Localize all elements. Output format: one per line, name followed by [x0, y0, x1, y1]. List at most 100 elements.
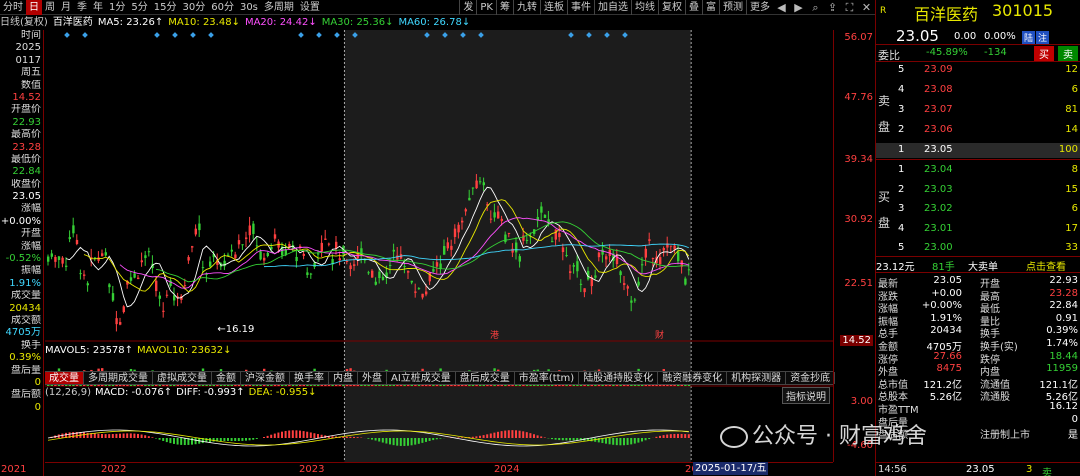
candle-body	[659, 257, 662, 265]
sell-button[interactable]: 卖	[1058, 46, 1078, 61]
macd-bar	[230, 438, 233, 441]
tool-button-7[interactable]: 均线	[631, 0, 658, 15]
macd-bar	[403, 438, 406, 446]
candle-body	[644, 248, 647, 258]
period-tab-9[interactable]: 30分	[179, 0, 208, 15]
indicator-tab[interactable]: 内盘	[329, 372, 358, 384]
indicator-tab[interactable]: AI立桩成交量	[387, 372, 456, 384]
sidebar-row: 23.28	[12, 141, 41, 153]
period-tab-6[interactable]: 1分	[106, 0, 128, 15]
tool-button-8[interactable]: 复权	[658, 0, 685, 15]
event-marker[interactable]: 财	[655, 329, 664, 341]
macd-bar	[612, 438, 615, 445]
macd-bar	[378, 438, 381, 442]
indicator-tab[interactable]: 资金抄底	[786, 372, 836, 384]
bid-price: 23.02	[924, 203, 953, 214]
candle-body	[601, 249, 604, 255]
period-tab-8[interactable]: 15分	[151, 0, 180, 15]
indicator-tab[interactable]: 外盘	[358, 372, 387, 384]
macd-bar	[165, 438, 168, 443]
period-tab-13[interactable]: 设置	[297, 0, 323, 15]
period-tab-12[interactable]: 多周期	[261, 0, 297, 15]
period-tab-3[interactable]: 月	[58, 0, 74, 15]
indicator-tab[interactable]: 市盈率(ttm)	[515, 372, 580, 384]
candle-body	[558, 232, 561, 238]
period-tab-7[interactable]: 5分	[128, 0, 150, 15]
deal-link[interactable]: 点击查看	[1026, 258, 1066, 273]
indicator-tab[interactable]: 虚拟成交量	[153, 372, 212, 384]
macd-bar	[507, 430, 510, 438]
macd-bar	[684, 434, 687, 438]
period-tab-2[interactable]: 周	[42, 0, 58, 15]
indicator-tab[interactable]: 陆股通持股变化	[579, 372, 659, 384]
tool-button-4[interactable]: 连板	[540, 0, 567, 15]
indicator-tab[interactable]: 机构探测器	[727, 372, 787, 384]
forward-icon[interactable]: ▶	[792, 1, 805, 14]
buy-button[interactable]: 买	[1034, 46, 1054, 61]
fullscreen-icon[interactable]: ⛶	[843, 1, 856, 14]
macd-bar	[176, 438, 179, 445]
tool-button-0[interactable]: 发	[459, 0, 476, 15]
tool-button-5[interactable]: 事件	[567, 0, 594, 15]
period-tab-10[interactable]: 60分	[208, 0, 237, 15]
period-tab-1[interactable]: 日	[26, 0, 42, 15]
candle-body	[162, 310, 165, 312]
search-icon[interactable]: ⌕	[809, 1, 822, 14]
back-icon[interactable]: ◀	[775, 1, 788, 14]
macd-bar	[162, 438, 165, 441]
macd-bar	[669, 434, 672, 438]
macd-bar	[317, 434, 319, 438]
indicator-tab[interactable]: 成交量	[45, 372, 84, 384]
sidebar-row: 22.93	[12, 116, 41, 128]
macd-bar	[277, 432, 280, 438]
tool-button-11[interactable]: 预测	[719, 0, 746, 15]
macd-bar	[504, 430, 507, 438]
candle-body	[669, 245, 673, 247]
ma-legend-item: MA20: 24.42↓	[244, 17, 317, 28]
bid-volume: 33	[1065, 242, 1078, 253]
tool-button-10[interactable]: 富	[702, 0, 719, 15]
candle-body	[475, 180, 478, 189]
tool-button-6[interactable]: 加自选	[594, 0, 631, 15]
candle-body	[223, 260, 226, 267]
candle-body	[511, 248, 514, 253]
share-icon[interactable]: ⇪	[826, 1, 839, 14]
tool-button-12[interactable]: 更多	[746, 0, 773, 15]
tool-button-1[interactable]: PK	[476, 0, 496, 15]
candle-body	[446, 242, 449, 249]
indicator-tab[interactable]: 多周期成交量	[84, 372, 153, 384]
macd-bar	[245, 438, 247, 441]
macd-bar	[623, 438, 625, 446]
event-marker[interactable]: 港	[490, 329, 499, 341]
macd-bar	[457, 437, 460, 438]
macd-bar	[558, 438, 561, 441]
macd-bar	[284, 430, 287, 438]
period-tab-5[interactable]: 年	[90, 0, 106, 15]
indicator-tab[interactable]: 金额	[212, 372, 241, 384]
macd-bar	[115, 433, 118, 438]
indicator-tab[interactable]: 盘后成交量	[456, 372, 515, 384]
stock-app: 分时日周月季年 1分 5分 15分 30分 60分 30s 多周期 设置 发 PK 筹九转 连板 事件 加自…	[0, 0, 1080, 476]
sidebar-row: 20434	[9, 302, 41, 314]
candle-body	[407, 271, 410, 273]
macd-bar	[367, 438, 370, 439]
tick-flag: 卖	[1042, 468, 1052, 476]
candle-body	[619, 271, 622, 276]
indicator-tab[interactable]: 换手率	[290, 372, 329, 384]
tool-button-9[interactable]: 叠	[685, 0, 702, 15]
period-tab-0[interactable]: 分时	[0, 0, 26, 15]
candle-body	[50, 253, 53, 257]
close-icon[interactable]: ✕	[860, 1, 873, 14]
candle-body	[403, 266, 406, 268]
period-tab-11[interactable]: 30s	[237, 0, 261, 15]
indicator-tab[interactable]: 融资融券变化	[658, 372, 728, 384]
period-tab-4[interactable]: 季	[74, 0, 90, 15]
candle-body	[637, 281, 640, 286]
indicator-tab[interactable]: 沪深金额	[241, 372, 290, 384]
indicator-help-button[interactable]: 指标说明	[782, 387, 830, 404]
tool-button-2[interactable]: 筹	[496, 0, 513, 15]
stat-value: 20434	[930, 325, 962, 337]
ma-legend-item: MA10: 23.48↓	[168, 17, 240, 28]
tool-button-3[interactable]: 九转	[513, 0, 540, 15]
signal-dot	[154, 32, 160, 38]
